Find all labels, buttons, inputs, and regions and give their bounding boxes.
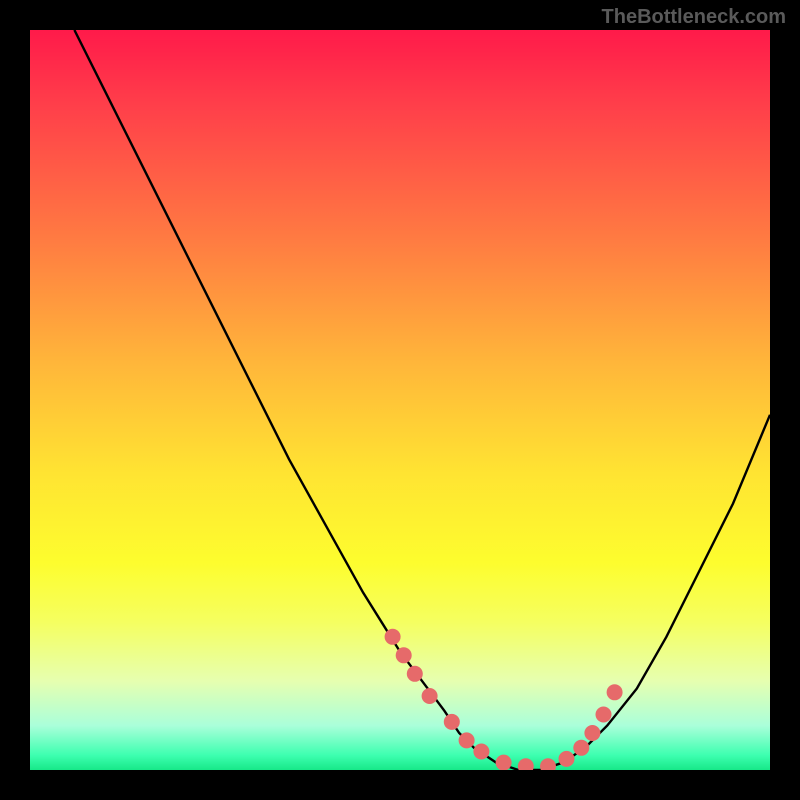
marker-point (540, 758, 556, 770)
marker-point (518, 758, 534, 770)
marker-point (396, 647, 412, 663)
highlight-markers (385, 629, 623, 770)
marker-point (385, 629, 401, 645)
bottleneck-curve (74, 30, 770, 770)
marker-point (496, 755, 512, 770)
marker-point (607, 684, 623, 700)
marker-point (422, 688, 438, 704)
marker-point (444, 714, 460, 730)
chart-svg (30, 30, 770, 770)
marker-point (584, 725, 600, 741)
plot-area (30, 30, 770, 770)
marker-point (407, 666, 423, 682)
marker-point (473, 744, 489, 760)
marker-point (459, 732, 475, 748)
watermark-text: TheBottleneck.com (602, 6, 786, 29)
marker-point (573, 740, 589, 756)
marker-point (596, 707, 612, 723)
marker-point (559, 751, 575, 767)
